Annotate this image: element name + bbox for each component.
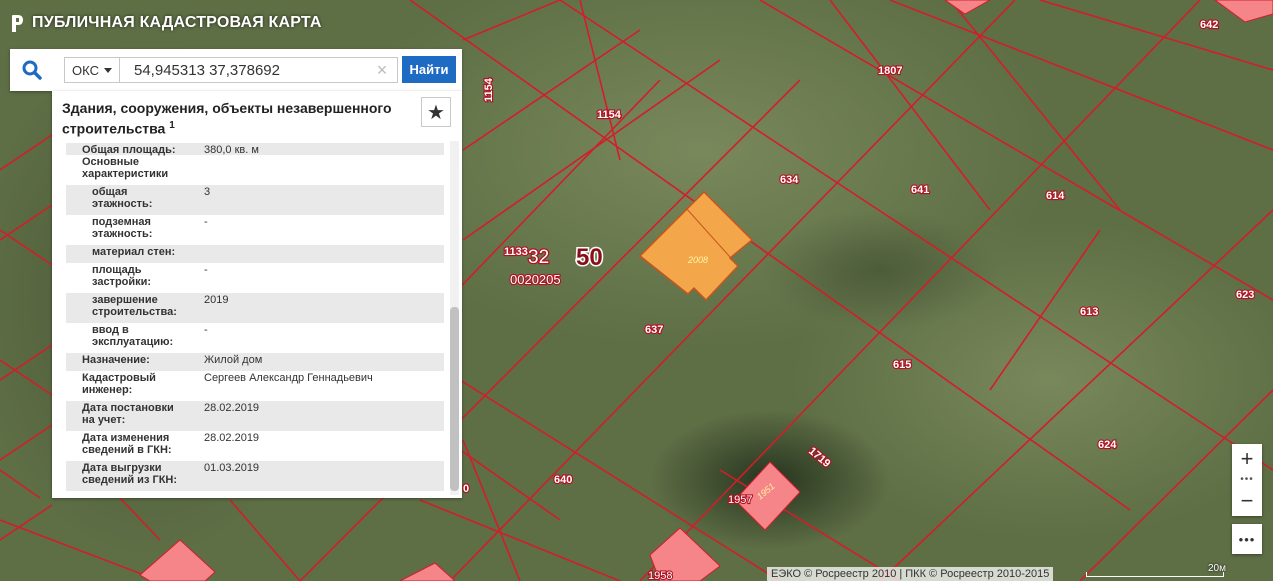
- search-bar: ОКС × Найти: [10, 49, 462, 91]
- star-icon: ★: [427, 101, 445, 124]
- object-type-selected: ОКС: [72, 62, 99, 78]
- scrollbar-thumb[interactable]: [450, 307, 459, 491]
- parcel-label: 1154: [597, 109, 622, 121]
- attribute-row: Дата выгрузки сведений из ГКН: 01.03.2019: [66, 461, 444, 491]
- attribute-value: 380,0 кв. м: [204, 144, 259, 156]
- attribute-row: Основные характеристики: [66, 155, 444, 185]
- zoom-in-button[interactable]: +: [1232, 444, 1262, 474]
- attribute-row: площадь застройки: -: [66, 263, 444, 293]
- panel-title-text: Здания, сооружения, объекты незавершенно…: [62, 100, 392, 137]
- chevron-down-icon: [103, 67, 112, 73]
- panel-scrollbar[interactable]: [450, 141, 459, 495]
- map-attribution: ЕЭКО © Росреестр 2010 | ПКК © Росреестр …: [767, 567, 1054, 581]
- parcel-label: 642: [1200, 19, 1218, 31]
- terrain-dark-patch: [760, 210, 1000, 330]
- scale-bar: [1086, 572, 1224, 577]
- parcel-label: 614: [1046, 190, 1065, 202]
- scale-label: 20м: [1208, 563, 1226, 574]
- attribute-key: подземная этажность:: [92, 216, 153, 240]
- attribute-row: Назначение: Жилой дом: [66, 353, 444, 371]
- attribute-row: материал стен:: [66, 245, 444, 263]
- parcel-label: 637: [645, 324, 663, 336]
- attribute-key: материал стен:: [92, 246, 176, 258]
- zoom-control: + ••• −: [1232, 444, 1262, 516]
- district-label: 50: [576, 244, 603, 271]
- attribute-key: завершение строительства:: [92, 294, 177, 318]
- attribute-value: -: [204, 216, 208, 228]
- zoom-out-button[interactable]: −: [1232, 486, 1262, 516]
- parcel-label: 0: [463, 483, 469, 495]
- attributes-table: Общая площадь: 380,0 кв. м Основные характ…: [66, 143, 444, 491]
- object-type-dropdown[interactable]: ОКС: [64, 57, 120, 83]
- attribute-row: завершение строительства: 2019: [66, 293, 444, 323]
- attribute-key: Основные характеристики: [82, 156, 169, 180]
- app-brand[interactable]: ПУБЛИЧНАЯ КАДАСТРОВАЯ КАРТА: [10, 12, 322, 34]
- attribute-key: Дата изменения сведений в ГКН:: [82, 432, 172, 456]
- parcel-label: 1958: [648, 570, 672, 581]
- title-footnote[interactable]: 1: [169, 120, 175, 131]
- parcel-label: 1154: [483, 77, 495, 102]
- attribute-row: общая этажность: 3: [66, 185, 444, 215]
- attribute-key: общая этажность:: [92, 186, 153, 210]
- quarter-label: 32: [528, 247, 549, 268]
- attribute-key: Назначение:: [82, 354, 150, 366]
- attribute-value: Жилой дом: [204, 354, 263, 366]
- map-scale: 20м: [1086, 563, 1226, 581]
- app-title: ПУБЛИЧНАЯ КАДАСТРОВАЯ КАРТА: [32, 14, 322, 31]
- more-tools-button[interactable]: •••: [1232, 524, 1262, 554]
- attribute-row: ввод в эксплуатацию: -: [66, 323, 444, 353]
- parcel-label: 641: [911, 184, 929, 196]
- rosreestr-logo-icon: [10, 14, 24, 32]
- search-input[interactable]: [120, 57, 398, 83]
- parcel-label: 1807: [878, 65, 902, 77]
- attribute-value: 2019: [204, 294, 229, 306]
- attribute-key: Дата выгрузки сведений из ГКН:: [82, 462, 178, 486]
- parcel-label: 615: [893, 359, 911, 371]
- clear-icon[interactable]: ×: [370, 57, 394, 83]
- attribute-row: подземная этажность: -: [66, 215, 444, 245]
- attribute-key: Дата постановки на учет:: [82, 402, 174, 426]
- parcel-label: 623: [1236, 289, 1254, 301]
- attribute-value: 01.03.2019: [204, 462, 260, 474]
- parcel-label: 613: [1080, 306, 1098, 318]
- attribute-value: [188, 155, 444, 185]
- attribute-value: 28.02.2019: [204, 402, 260, 414]
- attribute-key: площадь застройки:: [92, 264, 152, 288]
- building-label: 2008: [687, 255, 708, 265]
- parcel-label: 1957: [728, 494, 752, 506]
- attribute-row: Кадастровый инженер: Сергеев Александр Ге…: [66, 371, 444, 401]
- attribute-row: Общая площадь: 380,0 кв. м: [66, 143, 444, 156]
- parcel-label: 634: [780, 174, 799, 186]
- attribute-key: ввод в эксплуатацию:: [92, 324, 174, 348]
- attribute-key: Кадастровый инженер:: [82, 372, 156, 396]
- parcel-label: 640: [554, 474, 572, 486]
- attribute-value: 28.02.2019: [204, 432, 260, 444]
- parcel-label: 1133: [504, 246, 528, 258]
- parcel-label: 624: [1098, 439, 1117, 451]
- find-button[interactable]: Найти: [402, 56, 456, 83]
- attribute-value: Сергеев Александр Геннадьевич: [204, 372, 373, 384]
- quarter-number: 0020205: [510, 272, 561, 287]
- attribute-value: -: [204, 264, 208, 276]
- favorite-button[interactable]: ★: [421, 97, 451, 127]
- zoom-level-dots[interactable]: •••: [1232, 474, 1262, 486]
- attribute-value: -: [204, 324, 208, 336]
- panel-title: Здания, сооружения, объекты незавершенно…: [62, 100, 407, 138]
- search-icon[interactable]: [22, 60, 42, 80]
- attribute-row: Дата постановки на учет: 28.02.2019: [66, 401, 444, 431]
- attribute-key: Общая площадь:: [82, 144, 176, 156]
- object-info-panel: Здания, сооружения, объекты незавершенно…: [52, 91, 462, 498]
- attribute-row: Дата изменения сведений в ГКН: 28.02.2019: [66, 431, 444, 461]
- attribute-value: [188, 245, 444, 263]
- attribute-value: 3: [204, 186, 211, 198]
